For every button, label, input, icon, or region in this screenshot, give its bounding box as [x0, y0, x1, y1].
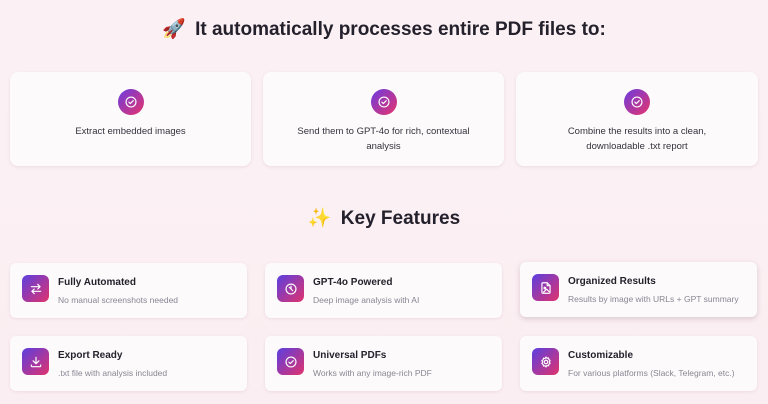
feature-card-universal-pdfs: Universal PDFs Works with any image-rich…: [265, 336, 502, 391]
feature-description: Deep image analysis with AI: [313, 295, 420, 305]
feature-card-organized-results: Organized Results Results by image with …: [520, 262, 757, 317]
process-heading: 🚀 It automatically processes entire PDF …: [0, 17, 768, 41]
feature-title: GPT-4o Powered: [313, 277, 393, 288]
feature-description: For various platforms (Slack, Telegram, …: [568, 368, 735, 378]
feature-card-customizable: Customizable For various platforms (Slac…: [520, 336, 757, 391]
image-file-icon: [532, 274, 559, 301]
check-circle-icon: [277, 348, 304, 375]
check-circle-icon: [117, 89, 144, 115]
feature-title: Organized Results: [568, 276, 656, 287]
feature-description: No manual screenshots needed: [58, 295, 179, 305]
features-heading-text: Key Features: [340, 208, 461, 229]
ai-chip-icon: [277, 275, 304, 302]
gear-icon: [532, 348, 559, 375]
feature-title: Export Ready: [58, 350, 123, 361]
process-step-card: Combine the results into a clean, downlo…: [516, 72, 758, 166]
sparkles-icon: ✨: [307, 207, 332, 229]
swap-arrows-icon: [22, 275, 49, 302]
download-icon: [22, 348, 49, 375]
rocket-icon: 🚀: [162, 18, 186, 40]
feature-title: Customizable: [568, 350, 634, 361]
feature-description: Results by image with URLs + GPT summary: [568, 294, 739, 304]
check-circle-icon: [624, 89, 650, 115]
feature-title: Fully Automated: [58, 277, 136, 288]
process-step-card: Send them to GPT-4o for rich, contextual…: [263, 72, 504, 166]
feature-description: .txt file with analysis included: [58, 368, 168, 378]
feature-description: Works with any image-rich PDF: [313, 368, 432, 378]
process-heading-text: It automatically processes entire PDF fi…: [195, 19, 606, 40]
feature-card-fully-automated: Fully Automated No manual screenshots ne…: [10, 263, 247, 318]
process-step-text: Extract embedded images: [75, 126, 186, 137]
feature-card-gpt-4o-powered: GPT-4o Powered Deep image analysis with …: [265, 263, 502, 318]
process-step-card: Extract embedded images: [10, 72, 251, 166]
check-circle-icon: [370, 89, 397, 115]
features-heading: ✨ Key Features: [0, 206, 768, 230]
feature-title: Universal PDFs: [313, 350, 387, 361]
process-step-text: Combine the results into a clean, downlo…: [567, 126, 707, 152]
process-step-text: Send them to GPT-4o for rich, contextual…: [297, 126, 470, 152]
feature-card-export-ready: Export Ready .txt file with analysis inc…: [10, 336, 247, 391]
